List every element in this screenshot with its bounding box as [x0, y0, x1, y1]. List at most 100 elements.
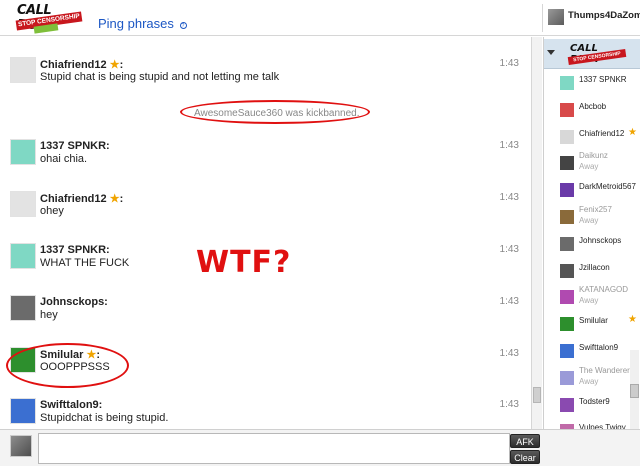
- message-text: WHAT THE FUCK: [40, 257, 130, 269]
- user-list-scrollbar[interactable]: [630, 350, 639, 429]
- self-avatar: [10, 435, 32, 457]
- logo: CALL DUTY STOP CENSORSHIP: [15, 3, 86, 34]
- user-name[interactable]: Johnsckops: [579, 236, 621, 245]
- user-list-item[interactable]: Abcbob: [544, 98, 640, 125]
- user-list-item[interactable]: Swifttalon9: [544, 339, 640, 366]
- message-input[interactable]: [38, 433, 510, 464]
- chat-scrollbar[interactable]: [531, 37, 542, 429]
- message-avatar[interactable]: [10, 295, 36, 321]
- user-avatar[interactable]: [560, 317, 574, 332]
- star-icon: ★: [628, 126, 637, 138]
- current-user-name: Thumps4DaZomb: [568, 10, 640, 21]
- star-icon: ★: [628, 314, 637, 326]
- user-list-item[interactable]: Todster9: [544, 393, 640, 420]
- red-circle-annotation: [180, 100, 370, 124]
- ping-phrases-link[interactable]: Ping phrases ?: [98, 16, 187, 31]
- message-text: Stupidchat is being stupid.: [40, 412, 169, 424]
- user-list-item[interactable]: Vulpes Twigy: [544, 419, 640, 429]
- user-name[interactable]: Swifttalon9: [579, 343, 618, 352]
- user-list-item[interactable]: Chiafriend12 ★: [544, 125, 640, 152]
- chat-message: Chiafriend12 ★: ohey 1:43: [8, 191, 523, 241]
- message-time: 1:43: [499, 58, 519, 69]
- message-avatar[interactable]: [10, 139, 36, 165]
- user-away-status: Away: [579, 215, 599, 225]
- clear-button[interactable]: Clear: [510, 450, 540, 464]
- user-avatar[interactable]: [560, 183, 574, 198]
- user-list-item[interactable]: Smilular ★: [544, 312, 640, 339]
- red-circle-annotation: [6, 343, 129, 388]
- wtf-annotation: WTF?: [196, 245, 292, 280]
- message-author[interactable]: Chiafriend12 ★:: [40, 192, 123, 205]
- message-avatar[interactable]: [10, 243, 36, 269]
- user-list-header[interactable]: CALL DUTY STOP CENSORSHIP: [544, 39, 640, 69]
- help-icon[interactable]: ?: [179, 22, 187, 29]
- message-time: 1:43: [499, 192, 519, 203]
- message-time: 1:43: [499, 244, 519, 255]
- user-list-item[interactable]: DarkMetroid567: [544, 178, 640, 205]
- message-time: 1:43: [499, 140, 519, 151]
- message-text: ohey: [40, 205, 64, 217]
- header: CALL DUTY STOP CENSORSHIP Ping phrases ?…: [0, 0, 640, 36]
- user-avatar[interactable]: [560, 209, 574, 224]
- user-avatar[interactable]: [560, 102, 574, 117]
- message-text: Stupid chat is being stupid and not lett…: [40, 71, 280, 83]
- message-time: 1:43: [499, 348, 519, 359]
- message-time: 1:43: [499, 296, 519, 307]
- user-name[interactable]: Daikunz: [579, 151, 608, 160]
- input-bar: AFK Clear: [0, 429, 640, 466]
- room-logo: CALL DUTY STOP CENSORSHIP: [567, 43, 628, 65]
- user-avatar[interactable]: [560, 370, 574, 385]
- star-icon: ★: [109, 59, 120, 71]
- message-text: ohai chia.: [40, 153, 88, 165]
- user-list-item[interactable]: Jzillacon: [544, 259, 640, 286]
- user-name[interactable]: Jzillacon: [579, 263, 610, 272]
- message-author[interactable]: Swifttalon9:: [40, 399, 102, 411]
- user-list-item[interactable]: KATANAGOD Away: [544, 285, 640, 312]
- user-name[interactable]: KATANAGOD: [579, 285, 628, 294]
- message-avatar[interactable]: [10, 57, 36, 83]
- chat-scrollbar-thumb[interactable]: [533, 387, 541, 403]
- user-list-scrollbar-thumb[interactable]: [630, 384, 639, 398]
- ping-phrases-label[interactable]: Ping phrases: [98, 16, 174, 31]
- user-avatar[interactable]: [560, 76, 574, 90]
- user-away-status: Away: [579, 162, 599, 172]
- star-icon: ★: [109, 193, 120, 205]
- chat-log: Chiafriend12 ★: Stupid chat is being stu…: [0, 37, 530, 429]
- user-name[interactable]: Abcbob: [579, 102, 606, 111]
- user-name[interactable]: Todster9: [579, 397, 610, 406]
- message-author[interactable]: Chiafriend12 ★:: [40, 58, 123, 71]
- user-list: 1337 SPNKR Abcbob Chiafriend12 ★ Daikunz Away…: [544, 71, 640, 429]
- user-name[interactable]: Chiafriend12: [579, 129, 624, 138]
- user-avatar[interactable]: [560, 263, 574, 278]
- user-name[interactable]: 1337 SPNKR: [579, 75, 627, 84]
- user-avatar[interactable]: [560, 397, 574, 412]
- user-name[interactable]: Smilular: [579, 316, 608, 325]
- user-avatar[interactable]: [560, 156, 574, 171]
- collapse-arrow-icon[interactable]: [547, 50, 555, 55]
- message-time: 1:43: [499, 399, 519, 410]
- current-user[interactable]: Thumps4DaZomb: [542, 4, 640, 32]
- chat-message: Johnsckops: hey 1:43: [8, 295, 523, 345]
- user-name[interactable]: Fenix257: [579, 205, 612, 214]
- user-list-item[interactable]: Fenix257 Away: [544, 205, 640, 232]
- message-avatar[interactable]: [10, 191, 36, 217]
- user-avatar[interactable]: [560, 236, 574, 251]
- user-name[interactable]: DarkMetroid567: [579, 182, 636, 191]
- chat-message: Swifttalon9: Stupidchat is being stupid.…: [8, 398, 523, 429]
- user-name[interactable]: The Wanderer...: [579, 366, 636, 375]
- current-user-avatar: [548, 9, 564, 25]
- user-list-item[interactable]: Daikunz Away: [544, 151, 640, 178]
- afk-button[interactable]: AFK: [510, 434, 540, 448]
- user-list-item[interactable]: 1337 SPNKR: [544, 71, 640, 98]
- user-away-status: Away: [579, 376, 599, 386]
- user-avatar[interactable]: [560, 290, 574, 305]
- message-author[interactable]: 1337 SPNKR:: [40, 244, 110, 256]
- user-avatar[interactable]: [560, 129, 574, 144]
- chat-message: 1337 SPNKR: ohai chia. 1:43: [8, 139, 523, 189]
- message-author[interactable]: Johnsckops:: [40, 296, 108, 308]
- user-avatar[interactable]: [560, 343, 574, 358]
- message-author[interactable]: 1337 SPNKR:: [40, 140, 110, 152]
- message-avatar[interactable]: [10, 398, 36, 424]
- user-list-item[interactable]: Johnsckops: [544, 232, 640, 259]
- user-list-item[interactable]: The Wanderer... Away: [544, 366, 640, 393]
